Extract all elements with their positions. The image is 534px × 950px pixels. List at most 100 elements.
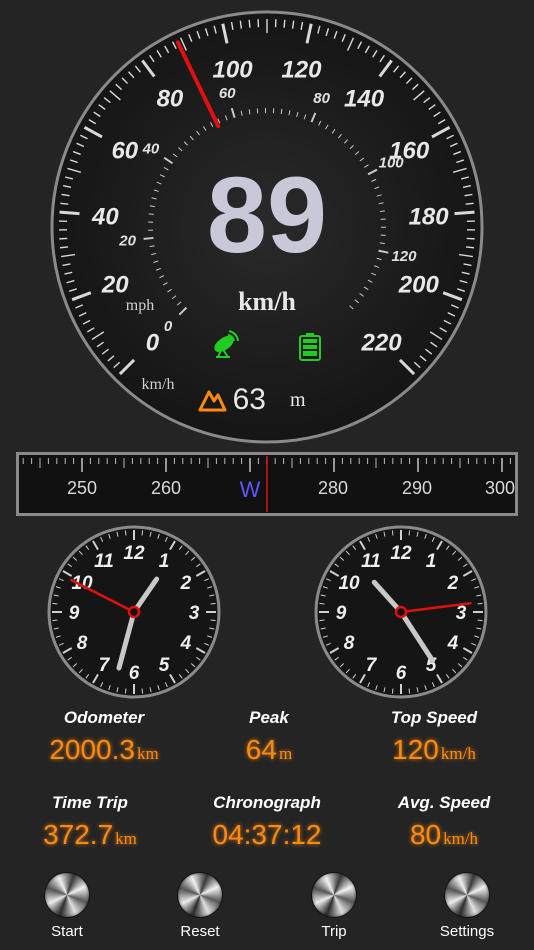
kmh-tick-label: 80 <box>157 85 184 112</box>
clock-center-cap <box>394 605 408 619</box>
clock-tick <box>141 530 144 536</box>
top-speed-value: 120 <box>392 734 439 765</box>
kmh-tick <box>465 246 475 249</box>
kmh-tick-label: 120 <box>281 57 322 84</box>
top-speed-label: Top Speed <box>390 708 478 727</box>
start-button[interactable]: Start <box>17 873 117 940</box>
clock-tick <box>408 688 411 694</box>
odometer-value: 2000.3 <box>49 734 135 765</box>
mph-tick <box>379 242 385 245</box>
kmh-tick-label: 140 <box>344 85 385 112</box>
clock-number: 12 <box>123 543 145 564</box>
time-trip-value-wrap: 372.7 km <box>0 819 180 851</box>
mph-tick-label: 0 <box>164 318 173 335</box>
kmh-tick <box>454 210 475 216</box>
peak-stat: Peak 64 m <box>179 708 359 766</box>
time-trip-label: Time Trip <box>52 793 128 812</box>
clock-tick <box>477 619 483 622</box>
kmh-tick-label: 200 <box>398 272 440 299</box>
clock-right: 12 1234567891011 <box>314 525 488 699</box>
peak-value: 64 <box>245 734 277 765</box>
kmh-tick <box>60 202 69 205</box>
altitude-unit: m <box>290 389 306 411</box>
speed-readout: 89 <box>207 154 327 275</box>
kmh-tick <box>248 19 251 28</box>
settings-knob-icon[interactable] <box>445 873 489 917</box>
compass-label-250: 250 <box>67 478 97 498</box>
start-button-label[interactable]: Start <box>17 923 117 940</box>
speed-unit-label: km/h <box>238 287 296 316</box>
time-trip-unit: km <box>115 829 137 848</box>
clock-tick <box>319 602 325 605</box>
compass-label-300: 300 <box>485 478 515 498</box>
top-speed-stat: Top Speed 120 km/h <box>344 708 524 766</box>
mph-tick-label: 100 <box>379 154 405 171</box>
peak-value-wrap: 64 m <box>179 734 359 766</box>
mph-tick-label: 20 <box>118 232 136 249</box>
trip-button[interactable]: Trip <box>284 873 384 940</box>
mph-tick-label: 60 <box>219 85 236 102</box>
clock-tick <box>210 619 216 622</box>
clock-number: 11 <box>94 551 114 572</box>
clock-number: 2 <box>447 573 459 594</box>
settings-button[interactable]: Settings <box>417 873 517 940</box>
compass-label-280: 280 <box>318 478 348 498</box>
mph-tick-label: 80 <box>313 90 330 107</box>
clock-number: 6 <box>129 663 140 684</box>
clock-number: 6 <box>396 663 407 684</box>
avg-speed-unit: km/h <box>443 829 479 848</box>
avg-speed-value-wrap: 80 km/h <box>354 819 534 851</box>
clock-left: 12 1234567891011 <box>47 525 221 699</box>
clock-number: 3 <box>189 603 200 624</box>
clock-tick <box>477 602 483 605</box>
reset-button-label[interactable]: Reset <box>150 923 250 940</box>
clock-number: 7 <box>366 655 378 676</box>
top-speed-unit: km/h <box>440 744 476 763</box>
compass-label-260: 260 <box>151 478 181 498</box>
compass-heading-label: W <box>240 477 261 502</box>
clock-tick <box>124 530 127 536</box>
time-trip-stat: Time Trip 372.7 km <box>0 793 180 851</box>
mph-tick-label: 120 <box>391 248 417 265</box>
clock-number: 9 <box>336 603 347 624</box>
chronograph-stat: Chronograph 04:37:12 <box>177 793 357 851</box>
clock-number: 8 <box>77 633 88 654</box>
odometer-label: Odometer <box>63 708 145 727</box>
kmh-label: km/h <box>142 376 175 393</box>
kmh-tick <box>465 202 474 205</box>
speedometer-gauge: 020406080100 120140160180200220 0204060 80… <box>50 10 484 444</box>
clock-number: 5 <box>159 655 170 676</box>
clock-tick <box>408 530 411 536</box>
kmh-tick <box>59 210 80 216</box>
odometer-value-wrap: 2000.3 km <box>14 734 194 766</box>
clock-tick <box>141 688 144 694</box>
clock-tick <box>52 619 58 622</box>
peak-unit: m <box>278 744 293 763</box>
avg-speed-label: Avg. Speed <box>397 793 491 812</box>
kmh-tick-label: 20 <box>101 272 129 299</box>
kmh-tick-label: 40 <box>91 203 119 230</box>
trip-button-label[interactable]: Trip <box>284 923 384 940</box>
avg-speed-stat: Avg. Speed 80 km/h <box>354 793 534 851</box>
clock-number: 8 <box>344 633 355 654</box>
clock-number: 1 <box>426 551 437 572</box>
start-knob-icon[interactable] <box>45 873 89 917</box>
reset-button[interactable]: Reset <box>150 873 250 940</box>
clock-number: 4 <box>447 633 459 654</box>
reset-knob-icon[interactable] <box>178 873 222 917</box>
mph-tick <box>280 108 283 114</box>
kmh-tick-label: 180 <box>409 203 450 230</box>
odometer-stat: Odometer 2000.3 km <box>14 708 194 766</box>
trip-knob-icon[interactable] <box>312 873 356 917</box>
clock-number: 9 <box>69 603 80 624</box>
compass-label-290: 290 <box>402 478 432 498</box>
clock-number: 2 <box>180 573 192 594</box>
clock-number: 11 <box>361 551 381 572</box>
settings-button-label[interactable]: Settings <box>417 923 517 940</box>
clock-number: 7 <box>99 655 111 676</box>
clock-number: 4 <box>180 633 192 654</box>
kmh-tick-label: 0 <box>146 330 160 357</box>
odometer-unit: km <box>136 744 159 763</box>
compass-strip: 250 260 W 280 290 300 <box>16 452 518 516</box>
clock-tick <box>52 602 58 605</box>
